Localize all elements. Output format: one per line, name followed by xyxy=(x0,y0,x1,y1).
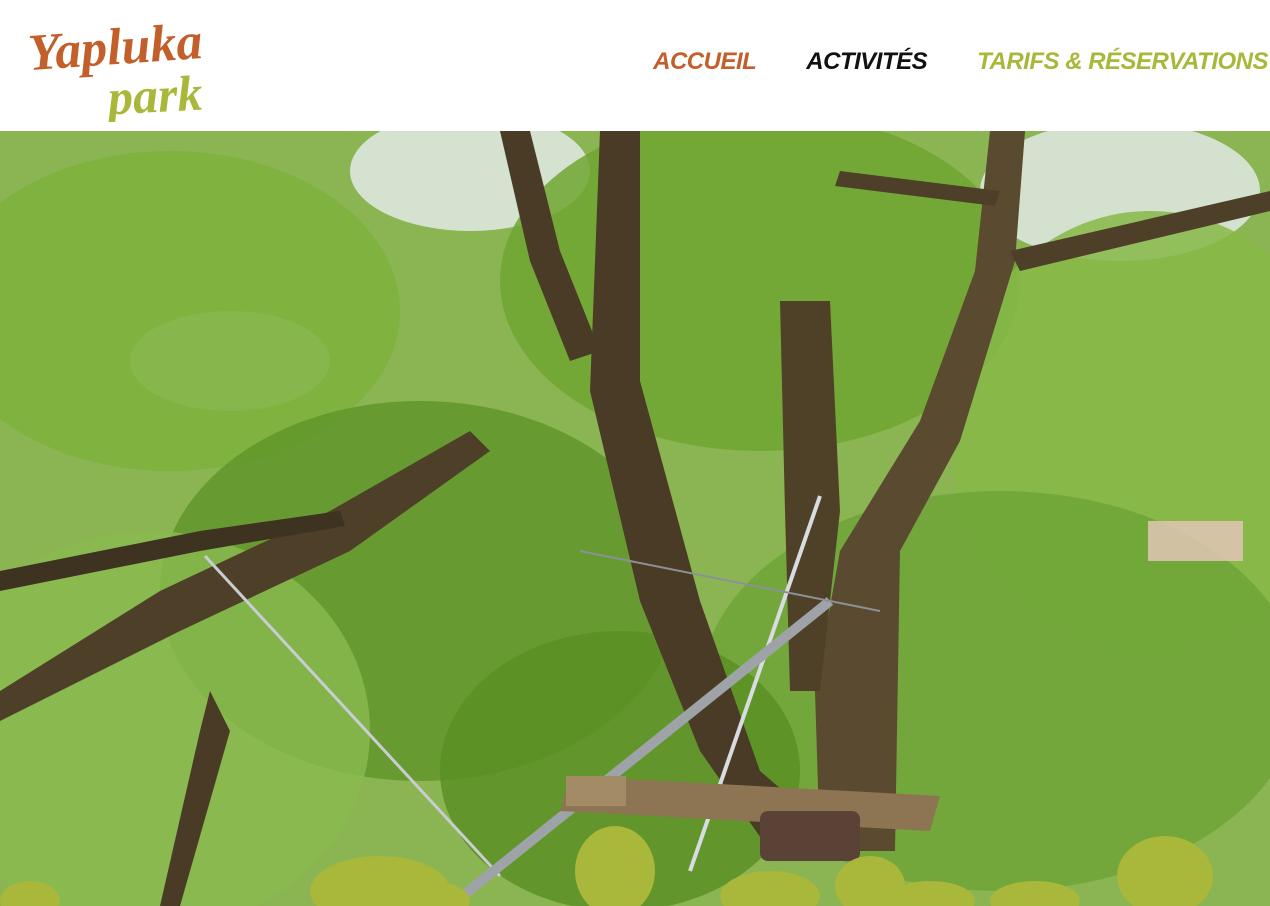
logo-line2: park xyxy=(102,65,203,122)
nav-activites[interactable]: ACTIVITÉS xyxy=(806,48,927,76)
logo-graphic: Yapluka park xyxy=(26,13,204,126)
yapluka-park-logo[interactable]: Yapluka park xyxy=(26,8,218,126)
site-header: Yapluka park ACCUEIL ACTIVITÉS TARIFS & … xyxy=(0,0,1270,131)
nav-accueil[interactable]: ACCUEIL xyxy=(653,48,757,76)
nav-tarifs-reservations[interactable]: TARIFS & RÉSERVATIONS xyxy=(977,48,1268,76)
hero-banner xyxy=(0,131,1270,906)
main-navigation: ACCUEIL ACTIVITÉS TARIFS & RÉSERVATIONS xyxy=(653,44,1270,80)
treetop-zipline-photo xyxy=(0,131,1270,906)
